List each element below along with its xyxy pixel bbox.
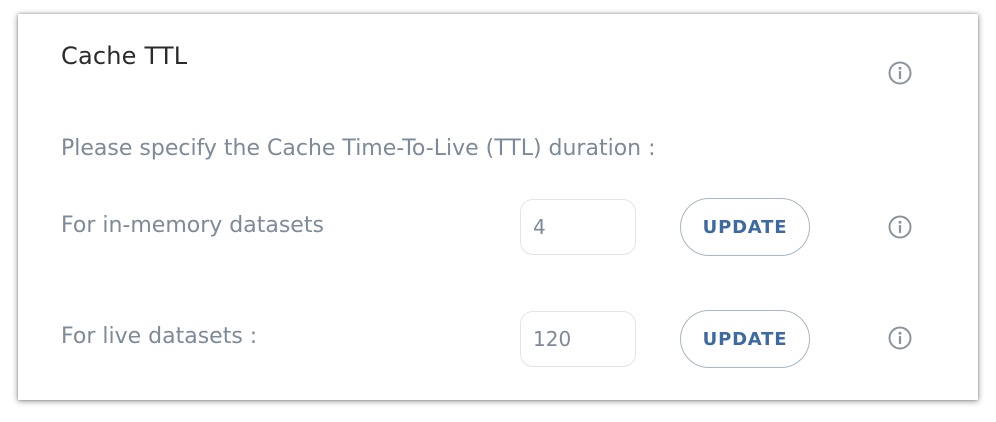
info-icon[interactable]	[888, 326, 912, 350]
ttl-prompt: Please specify the Cache Time-To-Live (T…	[61, 136, 656, 161]
cache-ttl-card: Cache TTL Please specify the Cache Time-…	[18, 14, 978, 400]
live-ttl-input[interactable]	[520, 311, 636, 367]
in-memory-ttl-input[interactable]	[520, 199, 636, 255]
info-icon[interactable]	[888, 61, 912, 85]
update-in-memory-button[interactable]: UPDATE	[680, 198, 810, 256]
in-memory-label: For in-memory datasets	[61, 213, 324, 238]
update-live-button[interactable]: UPDATE	[680, 310, 810, 368]
card-title: Cache TTL	[61, 42, 188, 70]
live-label: For live datasets :	[61, 324, 258, 349]
info-icon[interactable]	[888, 215, 912, 239]
